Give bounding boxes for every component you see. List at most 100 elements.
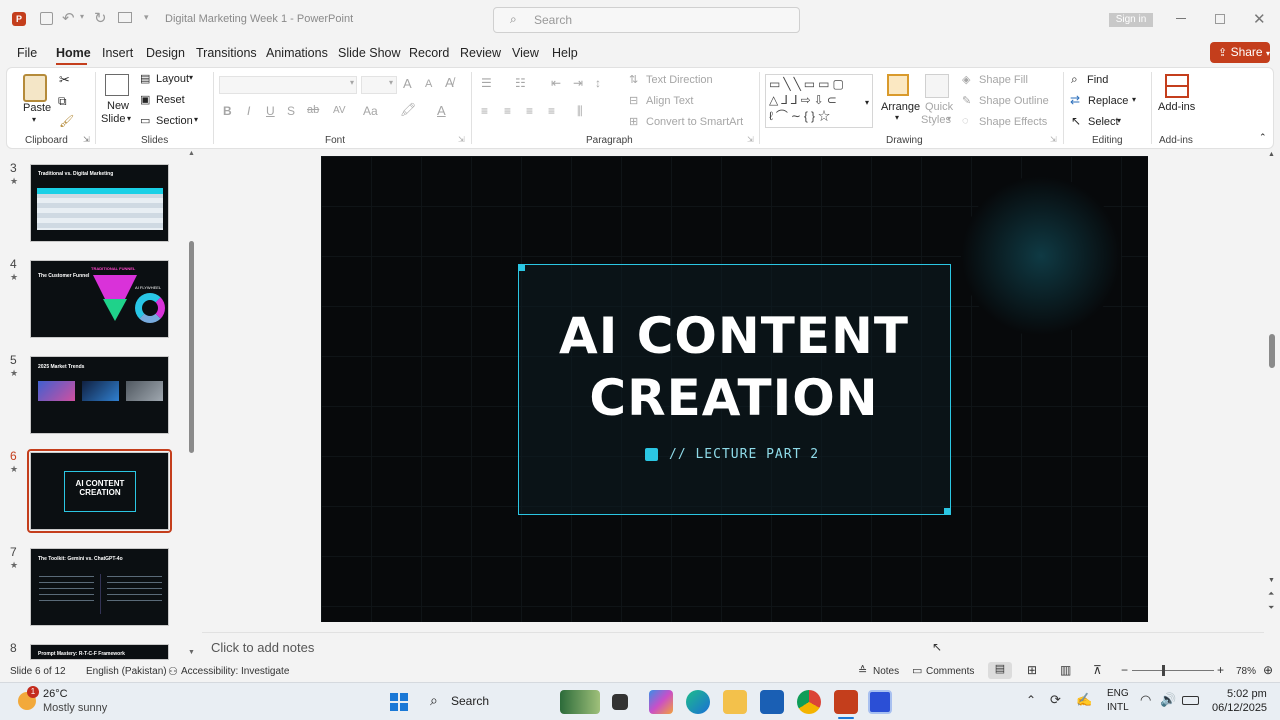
accessibility-status[interactable]: Accessibility: Investigate — [181, 666, 289, 677]
shrink-font-icon[interactable]: A — [425, 78, 432, 90]
tab-insert[interactable]: Insert — [102, 46, 133, 60]
present-icon[interactable] — [118, 12, 132, 23]
restore-button[interactable] — [1215, 14, 1225, 24]
add-ins-button[interactable]: Add-ins — [1158, 101, 1195, 113]
arrange-button[interactable]: Arrange — [881, 101, 920, 113]
minimize-button[interactable] — [1176, 18, 1186, 19]
format-painter-icon[interactable]: 🖌 — [59, 114, 74, 128]
align-text-button[interactable]: Align Text — [646, 95, 694, 107]
input-language-2[interactable]: INTL — [1107, 702, 1129, 713]
slide-thumbnail-3[interactable]: Traditional vs. Digital Marketing — [30, 164, 169, 242]
thumb-scroll-down-icon[interactable]: ▼ — [188, 649, 195, 656]
undo-icon[interactable]: ↶ — [62, 9, 75, 27]
font-size-dropdown-icon[interactable]: ▾ — [389, 78, 393, 87]
tab-transitions[interactable]: Transitions — [196, 46, 257, 60]
zoom-slider[interactable] — [1132, 670, 1214, 671]
slide-thumbnail-4[interactable]: The Customer Funnel TRADITIONAL FUNNEL A… — [30, 260, 169, 338]
tab-view[interactable]: View — [512, 46, 539, 60]
file-explorer-icon[interactable] — [723, 690, 747, 714]
quick-styles-dropdown-icon[interactable]: ▾ — [947, 114, 951, 123]
canvas-scroll-down-icon[interactable]: ▼ — [1268, 577, 1275, 584]
quick-styles-label-1[interactable]: Quick — [925, 101, 953, 113]
bullets-icon[interactable]: ☰ — [481, 76, 492, 90]
slide-sorter-icon[interactable]: ⊞ — [1027, 663, 1037, 677]
section-dropdown-icon[interactable]: ▾ — [194, 115, 198, 124]
shape-fill-button[interactable]: Shape Fill — [979, 74, 1028, 86]
zoom-slider-handle[interactable] — [1162, 665, 1165, 676]
change-case-button[interactable]: Aa — [363, 104, 378, 118]
shadow-button[interactable]: S — [287, 104, 295, 118]
task-view-icon[interactable] — [612, 694, 628, 710]
powerpoint-taskbar-icon[interactable] — [834, 690, 858, 714]
reset-button[interactable]: Reset — [156, 94, 185, 106]
slide-thumbnail-6[interactable]: AI CONTENT CREATION — [30, 452, 169, 530]
thumb-scroll-up-icon[interactable]: ▲ — [188, 150, 195, 157]
clock-time[interactable]: 5:02 pm — [1227, 688, 1267, 700]
zoom-app-icon[interactable] — [868, 690, 892, 714]
zoom-out-icon[interactable]: − — [1121, 663, 1128, 677]
slide-thumbnail-5[interactable]: 2025 Market Trends — [30, 356, 169, 434]
shape-effects-button[interactable]: Shape Effects — [979, 116, 1047, 128]
new-slide-label-1[interactable]: New — [107, 100, 129, 112]
bold-button[interactable]: B — [223, 104, 232, 118]
layout-button[interactable]: Layout — [156, 73, 189, 85]
close-button[interactable]: ✕ — [1253, 10, 1266, 28]
zoom-in-icon[interactable]: + — [1217, 663, 1224, 677]
windows-start-icon[interactable] — [390, 693, 408, 711]
notes-placeholder[interactable]: Click to add notes — [211, 640, 314, 655]
show-hidden-icons[interactable]: ⌃ — [1026, 693, 1036, 707]
italic-button[interactable]: I — [247, 104, 250, 118]
slide-thumbnail-7[interactable]: The Toolkit: Gemini vs. ChatGPT-4o — [30, 548, 169, 626]
weather-desc[interactable]: Mostly sunny — [43, 702, 107, 714]
copy-icon[interactable]: ⧉ — [58, 94, 67, 109]
zoom-level[interactable]: 78% — [1236, 666, 1256, 677]
fit-to-window-icon[interactable]: ⊕ — [1263, 663, 1273, 677]
slide-thumbnail-8[interactable]: Prompt Mastery: R-T-C-F Framework — [30, 644, 169, 660]
battery-icon[interactable] — [1182, 696, 1199, 705]
cut-icon[interactable]: ✂ — [59, 72, 70, 88]
strikethrough-button[interactable]: ab — [307, 104, 319, 116]
section-button[interactable]: Section — [156, 115, 193, 127]
font-name-dropdown-icon[interactable]: ▾ — [350, 78, 354, 87]
undo-dropdown-icon[interactable]: ▾ — [80, 12, 84, 21]
copilot-icon[interactable] — [649, 690, 673, 714]
collapse-ribbon-icon[interactable]: ⌃ — [1259, 132, 1267, 143]
new-slide-label-2[interactable]: Slide — [101, 113, 125, 125]
select-button[interactable]: Select — [1088, 116, 1119, 128]
input-language-1[interactable]: ENG — [1107, 688, 1129, 699]
columns-icon[interactable]: ⫼ — [577, 104, 583, 119]
chrome-icon[interactable] — [797, 690, 821, 714]
normal-view-button[interactable]: ▤ — [988, 662, 1012, 679]
tab-record[interactable]: Record — [409, 46, 449, 60]
previous-slide-icon[interactable]: ⏶ — [1268, 589, 1274, 599]
decrease-indent-icon[interactable]: ⇤ — [551, 76, 561, 90]
font-launcher-icon[interactable]: ⇲ — [458, 135, 465, 144]
volume-icon[interactable]: 🔊 — [1160, 692, 1176, 708]
next-slide-icon[interactable]: ⏷ — [1268, 603, 1274, 613]
new-slide-icon[interactable] — [105, 74, 129, 96]
pen-icon[interactable]: ✍ — [1076, 692, 1092, 708]
sync-icon[interactable]: ⟳ — [1050, 692, 1061, 708]
tab-home[interactable]: Home — [56, 46, 91, 60]
align-right-icon[interactable]: ≡ — [526, 104, 533, 118]
line-spacing-icon[interactable]: ↕ — [595, 76, 601, 90]
align-center-icon[interactable]: ≡ — [504, 104, 511, 118]
redo-icon[interactable]: ↻ — [94, 9, 107, 27]
tab-slide-show[interactable]: Slide Show — [338, 46, 401, 60]
text-direction-button[interactable]: Text Direction — [646, 74, 713, 86]
wifi-icon[interactable]: ◠ — [1140, 692, 1151, 708]
tab-review[interactable]: Review — [460, 46, 501, 60]
sign-in-button[interactable]: Sign in — [1109, 13, 1153, 27]
notes-pane[interactable]: Click to add notes ↖ — [202, 632, 1264, 660]
highlight-icon[interactable]: 🖍 — [400, 102, 417, 118]
shapes-more-icon[interactable]: ▾ — [865, 98, 869, 107]
share-button[interactable]: ⇪ Share ▾ — [1210, 42, 1270, 63]
font-name-box[interactable] — [219, 76, 357, 94]
arrange-dropdown-icon[interactable]: ▾ — [895, 113, 899, 122]
slideshow-view-icon[interactable]: ⊼ — [1093, 663, 1102, 677]
increase-indent-icon[interactable]: ⇥ — [573, 76, 583, 90]
justify-icon[interactable]: ≡ — [548, 104, 555, 118]
paragraph-launcher-icon[interactable]: ⇲ — [747, 135, 754, 144]
shape-outline-button[interactable]: Shape Outline — [979, 95, 1049, 107]
layout-dropdown-icon[interactable]: ▾ — [189, 73, 193, 82]
